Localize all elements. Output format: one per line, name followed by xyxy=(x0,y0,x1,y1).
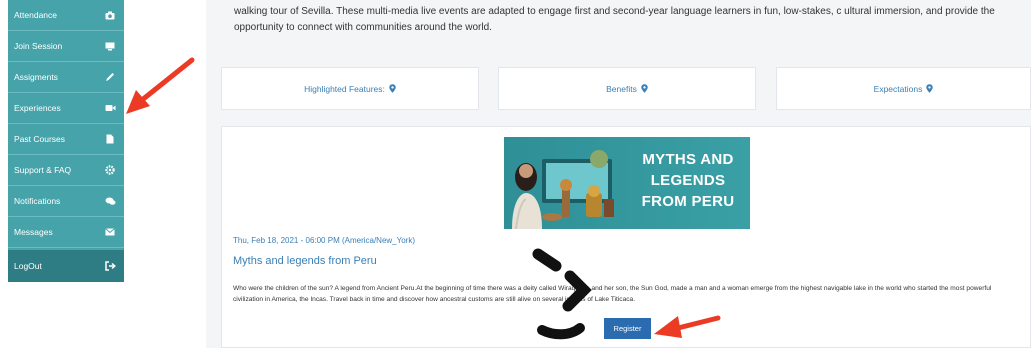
tab-expectations[interactable]: Expectations xyxy=(776,67,1031,110)
gear-icon xyxy=(104,165,116,175)
sidebar-item-attendance[interactable]: Attendance xyxy=(8,0,124,31)
sidebar: Attendance Join Session Assigments Exper… xyxy=(8,0,124,282)
feature-label: Benefits xyxy=(606,83,637,94)
sidebar-item-label: Join Session xyxy=(14,41,63,51)
pencil-icon xyxy=(104,72,116,82)
sidebar-item-logout[interactable]: LogOut xyxy=(8,250,124,282)
sidebar-item-assignments[interactable]: Assigments xyxy=(8,62,124,93)
sidebar-item-label: Attendance xyxy=(14,10,58,20)
feature-label: Expectations xyxy=(873,83,923,94)
sidebar-item-label: Notifications xyxy=(14,196,61,206)
event-date: Thu, Feb 18, 2021 - 06:00 PM (America/Ne… xyxy=(233,236,416,245)
banner-artwork xyxy=(512,150,614,229)
event-title-link[interactable]: Myths and legends from Peru xyxy=(233,255,377,267)
sign-out-icon xyxy=(104,261,116,271)
sidebar-item-join-session[interactable]: Join Session xyxy=(8,31,124,62)
event-description: Who were the children of the sun? A lege… xyxy=(233,285,992,303)
sidebar-item-label: Messages xyxy=(14,227,53,237)
monitor-icon xyxy=(104,42,116,51)
sidebar-item-notifications[interactable]: Notifications xyxy=(8,186,124,217)
sidebar-item-label: LogOut xyxy=(14,261,42,271)
intro-text: walking tour of Sevilla. These multi-med… xyxy=(234,6,995,33)
sidebar-item-label: Past Courses xyxy=(14,134,66,144)
sidebar-item-messages[interactable]: Messages xyxy=(8,217,124,248)
map-marker-icon xyxy=(389,84,396,93)
sidebar-item-label: Support & FAQ xyxy=(14,165,72,175)
sidebar-item-label: Experiences xyxy=(14,103,61,113)
sidebar-item-support-faq[interactable]: Support & FAQ xyxy=(8,155,124,186)
register-button[interactable]: Register xyxy=(604,318,651,339)
video-icon xyxy=(104,104,116,112)
sidebar-item-past-courses[interactable]: Past Courses xyxy=(8,124,124,155)
chat-icon xyxy=(104,197,116,206)
camera-icon xyxy=(104,11,116,20)
tab-highlighted-features[interactable]: Highlighted Features: xyxy=(221,67,479,110)
annotation-arrow-experiences xyxy=(126,57,195,114)
event-banner-image[interactable]: MYTHS AND LEGENDS FROM PERU xyxy=(504,137,750,229)
tab-benefits[interactable]: Benefits xyxy=(498,67,756,110)
feature-label: Highlighted Features: xyxy=(304,83,385,94)
banner-title: MYTHS AND LEGENDS FROM PERU xyxy=(641,151,735,210)
map-marker-icon xyxy=(641,84,648,93)
file-icon xyxy=(104,134,116,144)
sidebar-item-label: Assigments xyxy=(14,72,58,82)
envelope-icon xyxy=(104,228,116,236)
sidebar-item-experiences[interactable]: Experiences xyxy=(8,93,124,124)
map-marker-icon xyxy=(926,84,934,93)
